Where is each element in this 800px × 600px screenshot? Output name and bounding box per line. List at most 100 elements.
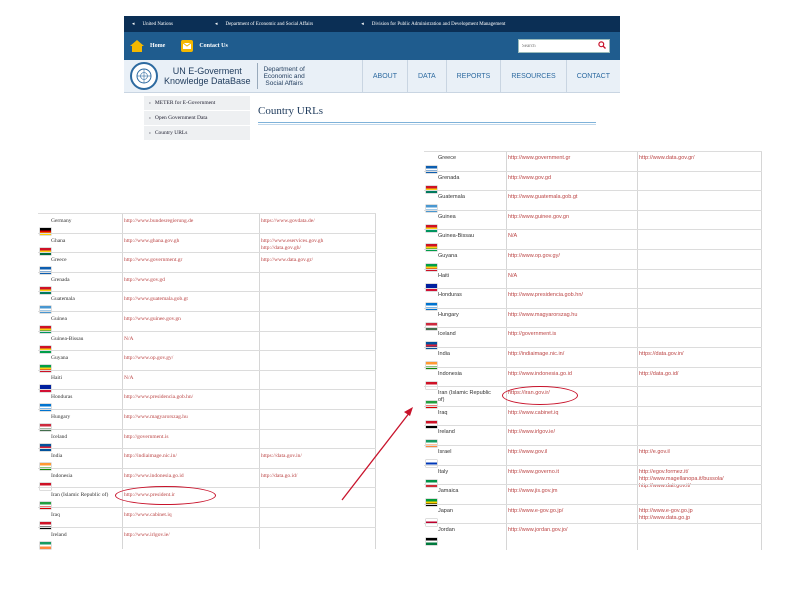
country-name: Guinea [438,213,456,220]
breadcrumb-un[interactable]: ◂ United Nations [132,21,173,28]
government-url-link[interactable]: http://www.indonesia.go.id [508,371,572,377]
government-url-link[interactable]: http://indiaimage.nic.in/ [124,453,177,459]
country-name: Grenada [51,276,70,283]
government-url-link[interactable]: http://www.irlgov.ie/ [508,429,555,435]
government-url-link[interactable]: http://www.presidencia.gob.hn/ [508,292,583,298]
menu-data[interactable]: DATA [406,60,446,92]
sidebar-item-open-data[interactable]: › Open Government Data [144,111,250,126]
government-url-link[interactable]: http://indiaimage.nic.in/ [508,351,564,357]
government-url-link[interactable]: http://www.op.gov.gy/ [508,253,560,259]
government-url-link[interactable]: http://www.irlgov.ie/ [124,532,170,538]
government-url-link[interactable]: http://www.cabinet.iq [124,512,172,518]
search-icon[interactable] [598,41,606,51]
open-data-url-link[interactable]: http://www.data.go.jp [639,515,690,521]
triangle-icon: ◂ [132,22,135,27]
table-row: Iraq http://www.cabinet.iq [38,507,376,529]
table-row: Indonesia http://www.indonesia.go.id http:… [38,467,376,490]
country-name: Germany [51,218,72,224]
site-title[interactable]: UN E-Goverment Knowledge DataBase [164,66,251,86]
government-url-link[interactable]: http://www.jordan.gov.jo/ [508,527,568,533]
menu-contact[interactable]: CONTACT [565,60,620,92]
open-data-url-link[interactable]: http://e.gov.il [639,449,670,455]
open-data-url-link[interactable]: http://egov.formez.it/ [639,469,688,475]
government-url-link[interactable]: N/A [508,233,517,239]
country-name: Iraq [51,512,60,518]
table-row: Guinea-Bissau N/A [424,229,762,252]
content-area: › METER for E-Government › Open Government… [124,93,620,144]
triangle-icon: ◂ [214,22,218,27]
government-url-link[interactable]: http://www.presidencia.gob.hn/ [124,394,193,400]
government-url-link[interactable]: http://www.indonesia.go.id [124,473,184,479]
menu-about[interactable]: ABOUT [361,60,407,92]
government-url-link[interactable]: N/A [124,375,133,381]
page-title: Country URLs [258,105,324,117]
menu-reports[interactable]: REPORTS [445,60,501,92]
open-data-url-link[interactable]: http://www.eservices.gov.gh [261,238,323,244]
government-url-link[interactable]: http://www.gov.il [508,449,547,455]
table-row: Germany http://www.bundesregierung.de http… [38,213,376,235]
open-data-url-link[interactable]: http://data.gov.gh/ [261,245,301,251]
government-url-link[interactable]: http://www.bundesregierung.de [124,218,193,224]
government-url-link[interactable]: http://www.op.gov.gy/ [124,355,173,361]
government-url-link[interactable]: http://www.e-gov.go.jp/ [508,508,563,514]
search-box [518,39,610,53]
country-name: Hungary [51,414,71,420]
government-url-link[interactable]: http://www.governo.it [508,469,559,475]
open-data-url-link[interactable]: http://www.magellanopa.it/bussola/ [639,476,724,482]
government-url-link[interactable]: http://www.government.gr [508,155,570,161]
government-url-link[interactable]: http://www.guinee.gov.gn [124,316,181,322]
table-row: Greece http://www.government.gr http://www… [424,151,762,173]
open-data-url-link[interactable]: https://www.govdata.de/ [261,218,315,224]
government-url-link[interactable]: http://www.guinee.gov.gn [508,214,569,220]
country-name: Indonesia [438,370,462,377]
country-name: Greece [438,155,457,161]
search-input[interactable] [522,43,582,49]
government-url-link[interactable]: N/A [508,273,517,279]
country-url-table-new: Greece http://www.government.gr http://www… [424,151,762,550]
table-row: Guinea-Bissau N/A [38,330,376,353]
site-title-line2: Knowledge DataBase [164,76,251,86]
government-url-link[interactable]: http://www.gov.gd [124,277,165,283]
open-data-url-link[interactable]: http://data.go.id/ [261,473,297,479]
open-data-url-link[interactable]: http://www.data.gov.gr/ [261,257,313,263]
government-url-link[interactable]: http://www.ghana.gov.gh [124,238,179,244]
government-url-link[interactable]: http://www.magyarorszag.hu [124,414,188,420]
site-title-line1: UN E-Goverment [172,66,242,76]
country-name: Guatemala [438,194,465,201]
country-name: Iran (Islamic Republic of) [51,492,109,499]
contact-link[interactable]: Contact Us [181,40,228,52]
open-data-url-link[interactable]: http://www.e-gov.go.jp [639,508,693,514]
breadcrumb-dpadm[interactable]: ◂ Division for Public Administration and … [361,21,505,28]
government-url-link[interactable]: http://www.cabinet.iq [508,410,558,416]
table-row: Iceland http://government.is [38,428,376,451]
menu-resources[interactable]: RESOURCES [500,60,565,92]
chevron-right-icon: › [149,115,151,121]
open-data-url-link[interactable]: http://www.data.gov.gr/ [639,155,695,161]
home-link[interactable]: Home [130,40,165,52]
table-row: Guyana http://www.op.gov.gy/ [38,350,376,373]
government-url-link[interactable]: http://www.guatemala.gob.gt [124,296,188,302]
country-name: Haiti [438,272,450,279]
table-row: Ireland http://www.irlgov.ie/ [38,526,376,549]
country-name: Greece [51,257,67,264]
government-url-link[interactable]: http://government.is [508,331,556,337]
government-url-link[interactable]: http://www.jis.gov.jm [508,488,557,494]
table-row: Greece http://www.government.gr http://www… [38,252,376,275]
government-url-link[interactable]: N/A [124,336,133,342]
open-data-url-link[interactable]: https://data.gov.in/ [261,453,302,459]
country-name: India [438,351,450,357]
open-data-url-link[interactable]: http://data.go.id/ [639,371,678,377]
country-name: Guatemala [51,296,75,303]
breadcrumb-desa[interactable]: ◂ Department of Economic and Social Affai… [214,21,313,28]
government-url-link[interactable]: http://www.magyarorszag.hu [508,312,577,318]
government-url-link[interactable]: http://www.gov.gd [508,175,551,181]
chevron-right-icon: › [149,130,151,136]
sidebar-item-country-urls[interactable]: › Country URLs [144,126,250,141]
government-url-link[interactable]: http://www.guatemala.gob.gt [508,194,577,200]
government-url-link[interactable]: http://www.government.gr [124,257,182,263]
government-url-link[interactable]: http://government.is [124,434,168,440]
sidebar-item-meter[interactable]: › METER for E-Government [144,96,250,111]
department-line1: Department of [263,65,305,73]
country-name: Ireland [51,531,67,538]
open-data-url-link[interactable]: https://data.gov.in/ [639,351,684,357]
